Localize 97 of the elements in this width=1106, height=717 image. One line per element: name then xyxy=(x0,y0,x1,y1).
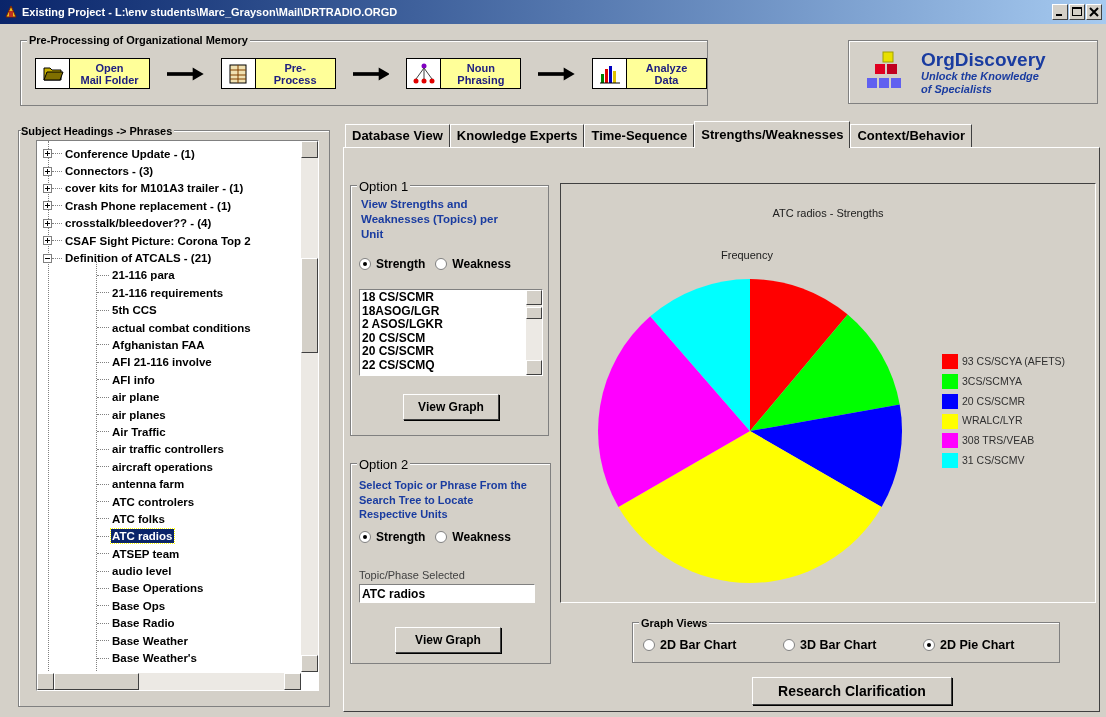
tree-item[interactable]: Base Radio xyxy=(111,616,176,631)
list-item[interactable]: 20 CS/SCM xyxy=(362,331,426,345)
tree-item[interactable]: air traffic controllers xyxy=(111,442,225,457)
tree-item[interactable]: air planes xyxy=(111,407,167,422)
button-label: Mail Folder xyxy=(80,73,139,86)
expand-icon[interactable] xyxy=(43,201,52,211)
unit-list[interactable]: 18 CS/SCMR 18ASOG/LGR 2 ASOS/LGKR 20 CS/SCM 20 CS/SCMR 22 CS/SCMQ xyxy=(359,289,543,376)
tab[interactable]: Strengths/Weaknesses xyxy=(694,121,851,148)
scrollbar[interactable] xyxy=(526,290,542,375)
button-label: Process xyxy=(273,73,317,86)
maximize-button[interactable] xyxy=(1069,4,1085,20)
view-graph-button[interactable]: View Graph xyxy=(403,394,499,420)
node-tree-icon xyxy=(411,61,436,86)
description-text: Select Topic or Phrase From the Search Tree to Locate Respective Units xyxy=(359,478,528,522)
tab[interactable]: Knowledge Experts xyxy=(449,124,585,147)
research-clarification-button[interactable]: Research Clarification xyxy=(752,677,952,705)
minimize-button[interactable] xyxy=(1052,4,1068,20)
tree-item[interactable]: AFI 21-116 involve xyxy=(111,355,213,370)
legend-label: WRALC/LYR xyxy=(962,413,1023,429)
radio-button[interactable]: Strength xyxy=(359,528,426,546)
button-label: Pre- xyxy=(284,61,306,74)
toolbar-step-button[interactable]: Analyze Data xyxy=(592,58,707,89)
legend-label: 20 CS/SCMR xyxy=(962,393,1025,409)
expand-icon[interactable] xyxy=(43,236,52,246)
legend-label: 31 CS/SCMV xyxy=(962,452,1025,468)
button-label: Phrasing xyxy=(457,73,505,86)
tree-item[interactable]: ATC radios xyxy=(111,529,174,544)
expand-icon[interactable] xyxy=(43,183,52,193)
arrow-icon xyxy=(167,66,204,81)
tree-item[interactable]: audio level xyxy=(111,564,173,579)
window-title: Existing Project - L:\env students\Marc_Grayson\Mail\DRTRADIO.ORGD xyxy=(22,4,398,20)
view-graph-button[interactable]: View Graph xyxy=(395,627,501,653)
radio-button[interactable]: Strength xyxy=(359,255,426,273)
list-item[interactable]: 22 CS/SCMQ xyxy=(362,358,435,372)
tree-item[interactable]: antenna farm xyxy=(111,477,186,492)
collapse-icon[interactable] xyxy=(43,253,52,263)
axis-label: Frequency xyxy=(721,248,773,263)
topic-field[interactable]: ATC radios xyxy=(359,584,535,603)
toolbar-step-button[interactable]: Pre- Process xyxy=(220,58,336,89)
field-label: Topic/Phase Selected xyxy=(359,568,465,583)
description-text: View Strengths and Weaknesses (Topics) per Unit xyxy=(361,197,499,242)
expand-icon[interactable] xyxy=(43,166,52,176)
legend-label: 93 CS/SCYA (AFETS) xyxy=(962,354,1066,369)
button-label: Noun xyxy=(466,61,495,74)
tree-item[interactable]: 21-116 requirements xyxy=(111,285,225,300)
radio-button[interactable]: 3D Bar Chart xyxy=(783,636,923,655)
radio-button[interactable]: 2D Bar Chart xyxy=(643,636,783,655)
tree-item[interactable]: Conference Update - (1) xyxy=(64,146,196,161)
tree-item[interactable]: Crash Phone replacement - (1) xyxy=(64,198,233,213)
tree-item[interactable]: Base Ops xyxy=(111,598,167,613)
tree-item[interactable]: ATC controlers xyxy=(111,494,196,509)
logo-tagline: of Specialists xyxy=(921,82,993,96)
radio-button[interactable]: Weakness xyxy=(435,255,511,273)
button-label: Analyze xyxy=(645,61,688,74)
scrollbar[interactable] xyxy=(301,141,318,672)
radio-button[interactable]: Weakness xyxy=(435,528,511,546)
tree-item[interactable]: AFI info xyxy=(111,372,156,387)
tree-item[interactable]: CSAF Sight Picture: Corona Top 2 xyxy=(64,233,252,248)
tree-item[interactable]: ATSEP team xyxy=(111,546,181,561)
expand-icon[interactable] xyxy=(43,149,52,159)
button-label: Open xyxy=(95,61,124,74)
tree-item[interactable]: Base Weather's xyxy=(111,651,198,665)
tree-item[interactable]: air plane xyxy=(111,390,161,405)
arrow-icon xyxy=(352,66,390,81)
app-icon xyxy=(4,5,18,19)
tab[interactable]: Database View xyxy=(345,124,450,147)
logo-name: OrgDiscovery xyxy=(921,48,1046,70)
tree-item[interactable]: actual combat conditions xyxy=(111,320,252,335)
toolbar-step-button[interactable]: Open Mail Folder xyxy=(35,58,150,89)
tree-item[interactable]: 5th CCS xyxy=(111,303,158,318)
toolbar-step-button[interactable]: Noun Phrasing xyxy=(406,58,522,89)
tree-item[interactable]: Afghanistan FAA xyxy=(111,338,206,352)
tree-item[interactable]: Base Operations xyxy=(111,581,205,596)
expand-icon[interactable] xyxy=(43,218,52,228)
tree-item[interactable]: Base Weather xyxy=(111,633,189,648)
tree-item[interactable]: crosstalk/bleedover?? - (4) xyxy=(64,216,213,231)
list-item[interactable]: 18 CS/SCMR xyxy=(362,291,435,305)
list-item[interactable]: 20 CS/SCMR xyxy=(362,345,435,359)
close-button[interactable] xyxy=(1086,4,1102,20)
legend-label: 308 TRS/VEAB xyxy=(962,433,1035,448)
list-item[interactable]: 18ASOG/LGR xyxy=(362,304,440,318)
radio-button[interactable]: 2D Pie Chart xyxy=(923,636,1063,655)
tree-item[interactable]: cover kits for M101A3 trailer - (1) xyxy=(64,181,245,196)
tree-item[interactable]: Connectors - (3) xyxy=(64,164,155,179)
list-item[interactable]: 2 ASOS/LGKR xyxy=(362,318,443,332)
arrow-icon xyxy=(538,66,575,81)
tree-item[interactable]: aircraft operations xyxy=(111,459,214,474)
chart-title: ATC radios - Strengths xyxy=(771,206,885,221)
tree-item[interactable]: 21-116 para xyxy=(111,268,176,283)
tab[interactable]: Context/Behavior xyxy=(850,124,973,147)
tree-item[interactable]: ATC folks xyxy=(111,511,166,526)
tree-item[interactable]: Air Traffic xyxy=(111,424,167,439)
scrollbar[interactable] xyxy=(37,673,301,690)
logo-tagline: Unlock the Knowledge xyxy=(921,69,1039,83)
button-label: Data xyxy=(654,73,679,86)
tree-item[interactable]: Definition of ATCALS - (21) xyxy=(64,251,213,266)
legend-label: 3CS/SCMYA xyxy=(962,373,1022,389)
